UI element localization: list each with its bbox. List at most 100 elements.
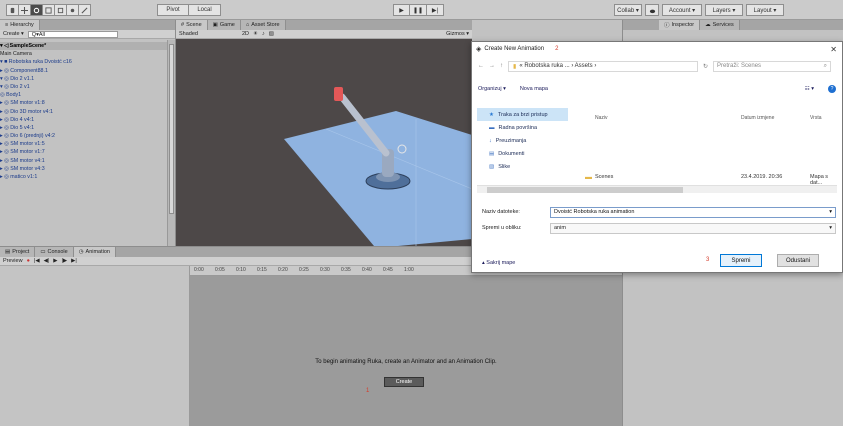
first-key-button-icon[interactable]: |◀ bbox=[34, 258, 40, 264]
layout-dropdown[interactable]: Layout ▾ bbox=[746, 4, 784, 16]
hierarchy-item[interactable]: ◎ Body1 bbox=[0, 91, 167, 99]
nav-item[interactable]: ↓ Preuzimanja bbox=[477, 134, 568, 147]
cancel-button[interactable]: Odustani bbox=[777, 254, 819, 267]
effects-dropdown-icon[interactable]: ▨ bbox=[269, 31, 274, 37]
animation-properties-pane bbox=[0, 266, 190, 426]
nav-item[interactable]: ▧ Slike bbox=[477, 160, 568, 173]
create-animation-button[interactable]: Create bbox=[384, 377, 424, 387]
hierarchy-scrollbar[interactable] bbox=[167, 40, 175, 246]
chevron-down-icon[interactable]: ▾ bbox=[829, 209, 832, 215]
inspector-tab-icon: ⓘ bbox=[664, 23, 670, 29]
account-dropdown[interactable]: Account ▾ bbox=[662, 4, 702, 16]
savetype-value: anim bbox=[554, 225, 566, 231]
file-list-scrollbar[interactable] bbox=[477, 185, 837, 193]
up-arrow-icon[interactable]: ↑ bbox=[500, 63, 503, 69]
hierarchy-item[interactable]: ▸ ◎ matico v1:1 bbox=[0, 173, 167, 181]
custom-tool-button[interactable] bbox=[79, 4, 91, 16]
hierarchy-item[interactable]: ▸ ◎ SM motor v1:7 bbox=[0, 148, 167, 156]
collab-dropdown[interactable]: Collab ▾ bbox=[614, 4, 642, 16]
audio-toggle-icon[interactable]: ♪ bbox=[262, 31, 265, 37]
scene-viewport[interactable] bbox=[176, 39, 472, 246]
scene-root-item[interactable]: ▾ ◁ SampleScene* bbox=[0, 42, 167, 51]
step-button[interactable]: ▶| bbox=[427, 4, 444, 16]
prev-key-button-icon[interactable]: ◀| bbox=[44, 258, 50, 264]
tab-game[interactable]: ▣ Game bbox=[207, 20, 241, 30]
hierarchy-item[interactable]: ▾ ◎ Dio 2 v1.1 bbox=[0, 75, 167, 83]
gizmos-dropdown[interactable]: Gizmos ▾ bbox=[446, 31, 469, 37]
document-icon: ▤ bbox=[489, 150, 495, 157]
tab-project[interactable]: ▤ Project bbox=[0, 247, 36, 257]
nav-item[interactable]: ★ Traka za brzi pristup bbox=[477, 108, 568, 121]
column-type[interactable]: Vrsta bbox=[810, 115, 821, 121]
star-icon: ★ bbox=[489, 111, 494, 118]
preview-toggle[interactable]: Preview bbox=[3, 258, 23, 264]
cloud-button[interactable] bbox=[645, 4, 659, 16]
lighting-toggle-icon[interactable]: ☀ bbox=[253, 31, 258, 37]
tab-animation[interactable]: ◷ Animation bbox=[73, 247, 116, 257]
shading-mode-dropdown[interactable]: Shaded bbox=[179, 31, 198, 37]
tab-hierarchy[interactable]: ≡ Hierarchy bbox=[0, 20, 40, 30]
pivot-toggle[interactable]: Pivot bbox=[157, 4, 189, 16]
dialog-close-button[interactable]: ✕ bbox=[830, 45, 837, 54]
help-icon[interactable]: ? bbox=[828, 84, 836, 93]
local-toggle[interactable]: Local bbox=[189, 4, 221, 16]
column-name[interactable]: Naziv bbox=[595, 115, 608, 121]
play-button[interactable]: ▶ bbox=[393, 4, 410, 16]
play-anim-button-icon[interactable]: ▶ bbox=[53, 258, 57, 264]
nav-item[interactable]: ▤ Dokumenti bbox=[477, 147, 568, 160]
nav-item[interactable]: ▬ Radna površina bbox=[477, 121, 568, 134]
hand-tool-button[interactable] bbox=[6, 4, 19, 16]
rotate-tool-button[interactable] bbox=[31, 4, 43, 16]
forward-arrow-icon[interactable]: → bbox=[489, 63, 495, 69]
hierarchy-item[interactable]: ▸ ◎ Dio 3D motor v4:1 bbox=[0, 108, 167, 116]
hierarchy-search-input[interactable]: Q▾All bbox=[27, 30, 118, 38]
tab-asset-store[interactable]: ⌂ Asset Store bbox=[240, 20, 286, 30]
tab-services[interactable]: ☁ Services bbox=[700, 20, 740, 30]
move-tool-button[interactable] bbox=[19, 4, 31, 16]
hierarchy-item[interactable]: ▸ ◎ Dio 4 v4:1 bbox=[0, 116, 167, 124]
dialog-search-input[interactable]: Pretraži: Scenes ⌕ bbox=[713, 60, 832, 72]
refresh-icon[interactable]: ↻ bbox=[703, 63, 708, 70]
transform-tool-button[interactable] bbox=[67, 4, 79, 16]
last-key-button-icon[interactable]: ▶| bbox=[71, 258, 77, 264]
next-key-button-icon[interactable]: |▶ bbox=[61, 258, 67, 264]
hierarchy-item[interactable]: ▸ ◎ SM motor v4:3 bbox=[0, 165, 167, 173]
new-folder-button[interactable]: Nova mapa bbox=[520, 86, 548, 92]
back-arrow-icon[interactable]: ← bbox=[478, 63, 484, 69]
animation-timeline[interactable]: 0:00 0:05 0:10 0:15 0:20 0:25 0:30 0:35 0:40 0:45… bbox=[190, 266, 622, 426]
hierarchy-item[interactable]: ▾ ■ Robotska ruka Dvoistć c16 bbox=[0, 58, 167, 66]
hierarchy-item[interactable]: ▸ ◎ Dio 5 v4:1 bbox=[0, 124, 167, 132]
hide-folders-toggle[interactable]: ▴ Sakrij mape bbox=[482, 260, 515, 266]
save-button[interactable]: Spremi bbox=[720, 254, 762, 267]
layers-dropdown[interactable]: Layers ▾ bbox=[705, 4, 743, 16]
hierarchy-create-dropdown[interactable]: Create ▾ bbox=[3, 31, 24, 37]
hierarchy-item[interactable]: ▸ ◎ SM motor v4:1 bbox=[0, 157, 167, 165]
hierarchy-item[interactable]: ▸ ◎ SM motor v1:5 bbox=[0, 140, 167, 148]
scale-tool-button[interactable] bbox=[43, 4, 55, 16]
column-date[interactable]: Datum izmjene bbox=[741, 115, 774, 121]
hierarchy-item[interactable]: Main Camera bbox=[0, 50, 167, 58]
tab-scene[interactable]: # Scene bbox=[176, 20, 208, 30]
hierarchy-scroll-thumb[interactable] bbox=[169, 44, 174, 214]
rect-icon bbox=[57, 7, 64, 13]
hierarchy-item[interactable]: ▸ ◎ SM motor v1:8 bbox=[0, 99, 167, 107]
organize-menu[interactable]: Organizuj ▾ bbox=[478, 86, 506, 92]
savetype-select[interactable]: anim ▾ bbox=[550, 222, 836, 234]
hierarchy-item[interactable]: ▸ ◎ Dio 6 (prednji) v4:2 bbox=[0, 132, 167, 140]
filename-row: Naziv datoteke: Dvoistć Robotska ruka an… bbox=[482, 206, 836, 218]
record-button-icon[interactable]: ● bbox=[27, 258, 30, 264]
timeline-tick-label: 0:10 bbox=[236, 267, 246, 273]
pause-button[interactable]: ❚❚ bbox=[410, 4, 427, 16]
filename-input[interactable]: Dvoistć Robotska ruka animation ▾ bbox=[550, 206, 836, 218]
hierarchy-item[interactable]: ▸ ◎ Component88.1 bbox=[0, 67, 167, 75]
tab-inspector[interactable]: ⓘ Inspector bbox=[659, 20, 701, 30]
address-bar[interactable]: ▮ « Robotska ruka ... › Assets › bbox=[508, 60, 698, 72]
tab-console[interactable]: ▭ Console bbox=[35, 247, 74, 257]
create-animation-dialog: ◈ Create New Animation 2 ✕ ← → ↑ ▮ « Rob… bbox=[471, 41, 843, 273]
hierarchy-item[interactable]: ▾ ◎ Dio 2 v1 bbox=[0, 83, 167, 91]
unity-logo-icon: ◈ bbox=[476, 46, 482, 53]
file-list-scroll-thumb[interactable] bbox=[487, 187, 683, 193]
2d-toggle[interactable]: 2D bbox=[242, 31, 249, 37]
view-options-icon[interactable]: ☷ ▾ bbox=[805, 86, 814, 92]
rect-tool-button[interactable] bbox=[55, 4, 67, 16]
